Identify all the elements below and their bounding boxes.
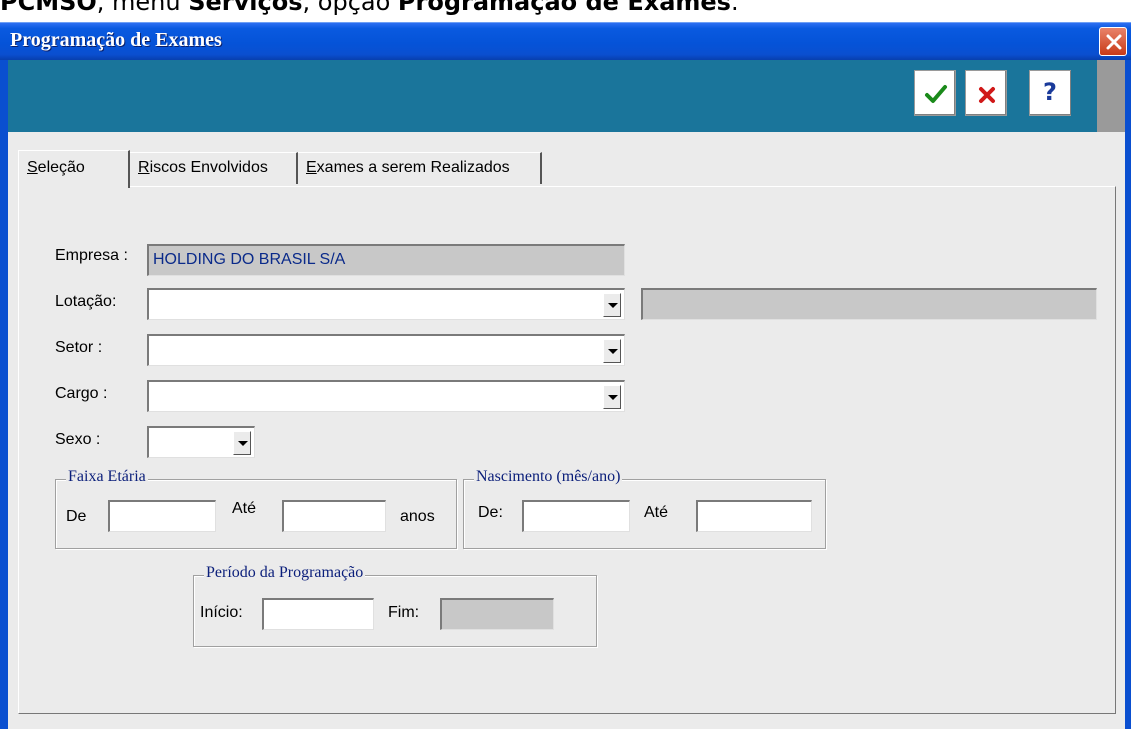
dialog-window: Programação de Exames ? Seleção Riscos E…	[0, 22, 1131, 729]
nascimento-de-input[interactable]	[522, 500, 630, 532]
dialog-body: Seleção Riscos Envolvidos Exames a serem…	[8, 132, 1125, 729]
nascimento-legend: Nascimento (mês/ano)	[474, 468, 623, 486]
caption-bold-1: PCMSO	[0, 0, 97, 16]
tab-selecao-label: eleção	[37, 159, 85, 176]
sexo-dropdown-button[interactable]	[233, 431, 251, 455]
toolbar: ?	[8, 60, 1125, 132]
window-frame-right	[1125, 60, 1131, 729]
cargo-label: Cargo :	[55, 385, 108, 402]
sexo-label: Sexo :	[55, 431, 101, 448]
close-icon	[1106, 34, 1122, 50]
lotacao-description-field[interactable]	[641, 288, 1097, 320]
fim-label: Fim:	[388, 604, 420, 621]
setor-select[interactable]	[147, 334, 625, 366]
setor-dropdown-button[interactable]	[603, 339, 621, 363]
tab-selecao[interactable]: Seleção	[18, 150, 130, 188]
caption-text-1: , menu	[96, 0, 189, 16]
tab-selecao-mnemonic: S	[27, 159, 38, 176]
cargo-dropdown-button[interactable]	[603, 385, 621, 409]
confirm-button[interactable]	[914, 70, 956, 116]
document-caption: PCMSO, menu Serviços, opção Programação …	[0, 0, 1131, 18]
nascimento-ate-input[interactable]	[696, 500, 812, 532]
empresa-field[interactable]: HOLDING DO BRASIL S/A	[147, 244, 625, 276]
window-title: Programação de Exames	[10, 29, 222, 51]
help-button[interactable]: ?	[1029, 70, 1071, 116]
title-bar[interactable]: Programação de Exames	[0, 22, 1131, 60]
help-icon: ?	[1043, 78, 1057, 106]
faixa-etaria-group: Faixa Etária De Até anos	[55, 468, 457, 549]
periodo-legend: Período da Programação	[204, 564, 366, 582]
nascimento-de-label: De:	[478, 504, 503, 521]
x-icon	[979, 87, 995, 103]
inicio-input[interactable]	[262, 598, 374, 630]
tab-riscos-mnemonic: R	[138, 159, 150, 176]
faixa-de-label: De	[66, 508, 87, 525]
window-frame-left	[0, 60, 8, 729]
fim-input[interactable]	[440, 598, 554, 630]
sexo-select[interactable]	[147, 426, 255, 458]
faixa-de-input[interactable]	[108, 500, 216, 532]
check-icon	[925, 85, 947, 103]
tab-riscos-label: iscos Envolvidos	[149, 159, 268, 176]
caption-text-2: , opção	[302, 0, 398, 16]
caption-bold-3: Programação de Exames	[397, 0, 731, 16]
anos-label: anos	[400, 508, 435, 525]
nascimento-ate-label: Até	[644, 504, 669, 521]
close-button[interactable]	[1099, 27, 1127, 56]
tab-exames-mnemonic: E	[306, 159, 317, 176]
tab-panel-selecao: Empresa : HOLDING DO BRASIL S/A Lotação:…	[18, 186, 1116, 714]
tab-exames-a-serem-realizados[interactable]: Exames a serem Realizados	[298, 152, 542, 184]
setor-label: Setor :	[55, 339, 103, 356]
nascimento-group: Nascimento (mês/ano) De: Até	[463, 468, 826, 549]
caption-bold-2: Serviços	[188, 0, 303, 16]
faixa-ate-input[interactable]	[282, 500, 386, 532]
cargo-select[interactable]	[147, 380, 625, 412]
toolbar-edge	[1097, 60, 1125, 132]
lotacao-label: Lotação:	[55, 293, 117, 310]
faixa-etaria-legend: Faixa Etária	[66, 468, 148, 486]
faixa-ate-label: Até	[232, 500, 257, 517]
lotacao-select[interactable]	[147, 288, 625, 320]
caption-text-3: .	[730, 0, 739, 16]
lotacao-dropdown-button[interactable]	[603, 293, 621, 317]
tab-riscos-envolvidos[interactable]: Riscos Envolvidos	[130, 152, 298, 184]
periodo-group: Período da Programação Início: Fim:	[193, 564, 597, 647]
tab-exames-label: xames a serem Realizados	[316, 159, 510, 176]
cancel-button[interactable]	[965, 70, 1007, 116]
empresa-label: Empresa :	[55, 247, 128, 264]
inicio-label: Início:	[200, 604, 243, 621]
